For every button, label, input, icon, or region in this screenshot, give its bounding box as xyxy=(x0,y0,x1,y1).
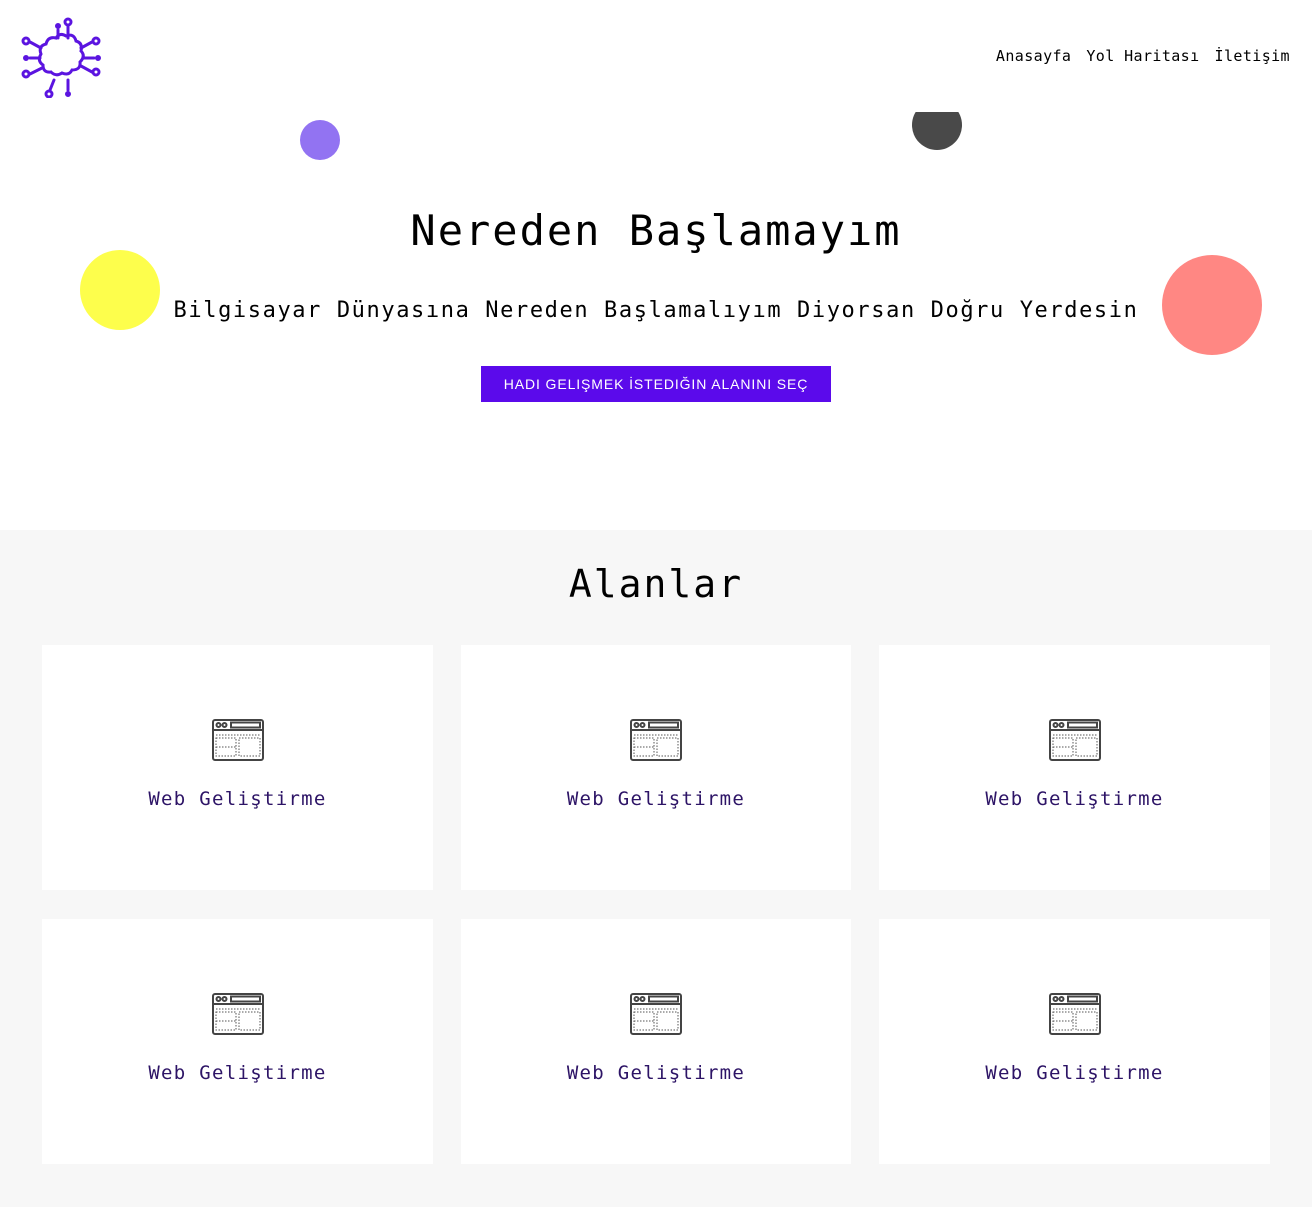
page: Anasayfa Yol Haritası İletişim Nereden B… xyxy=(0,0,1312,1207)
area-card[interactable]: Web Geliştirme xyxy=(879,919,1270,1164)
site-header: Anasayfa Yol Haritası İletişim xyxy=(0,0,1312,112)
areas-title: Alanlar xyxy=(568,562,744,606)
area-card[interactable]: Web Geliştirme xyxy=(461,645,851,890)
decor-circle-purple xyxy=(300,120,340,160)
area-card-label: Web Geliştirme xyxy=(566,1062,746,1084)
area-card-label: Web Geliştirme xyxy=(985,788,1164,810)
browser-window-icon xyxy=(211,993,264,1035)
area-card[interactable]: Web Geliştirme xyxy=(42,645,433,890)
area-card-label: Web Geliştirme xyxy=(566,788,746,810)
decor-circle-dark xyxy=(912,112,962,150)
area-card[interactable]: Web Geliştirme xyxy=(461,919,851,1164)
area-card-label: Web Geliştirme xyxy=(985,1062,1164,1084)
area-card[interactable]: Web Geliştirme xyxy=(879,645,1270,890)
nav-contact-link[interactable]: İletişim xyxy=(1215,47,1290,65)
area-card-label: Web Geliştirme xyxy=(148,788,327,810)
nav-roadmap-link[interactable]: Yol Haritası xyxy=(1086,47,1199,65)
browser-window-icon xyxy=(1048,719,1101,761)
browser-window-icon xyxy=(211,719,264,761)
areas-section: Alanlar Web Geliştirme Web Geliştirme We… xyxy=(0,530,1312,1207)
area-card-label: Web Geliştirme xyxy=(148,1062,327,1084)
hero-section: Nereden Başlamayım Bilgisayar Dünyasına … xyxy=(0,112,1312,530)
choose-area-button[interactable]: HADI GELIŞMEK İSTEDIĞIN ALANINI SEÇ xyxy=(481,366,831,402)
hero-subtitle: Bilgisayar Dünyasına Nereden Başlamalıyı… xyxy=(173,298,1139,323)
browser-window-icon xyxy=(630,993,682,1035)
area-card[interactable]: Web Geliştirme xyxy=(42,919,433,1164)
browser-window-icon xyxy=(1048,993,1101,1035)
nav-home-link[interactable]: Anasayfa xyxy=(996,47,1071,65)
areas-grid: Web Geliştirme Web Geliştirme Web Gelişt… xyxy=(42,645,1270,1164)
browser-window-icon xyxy=(630,719,682,761)
main-nav: Anasayfa Yol Haritası İletişim xyxy=(996,47,1290,65)
brain-circuit-icon[interactable] xyxy=(18,14,102,98)
hero-title: Nereden Başlamayım xyxy=(410,206,902,255)
